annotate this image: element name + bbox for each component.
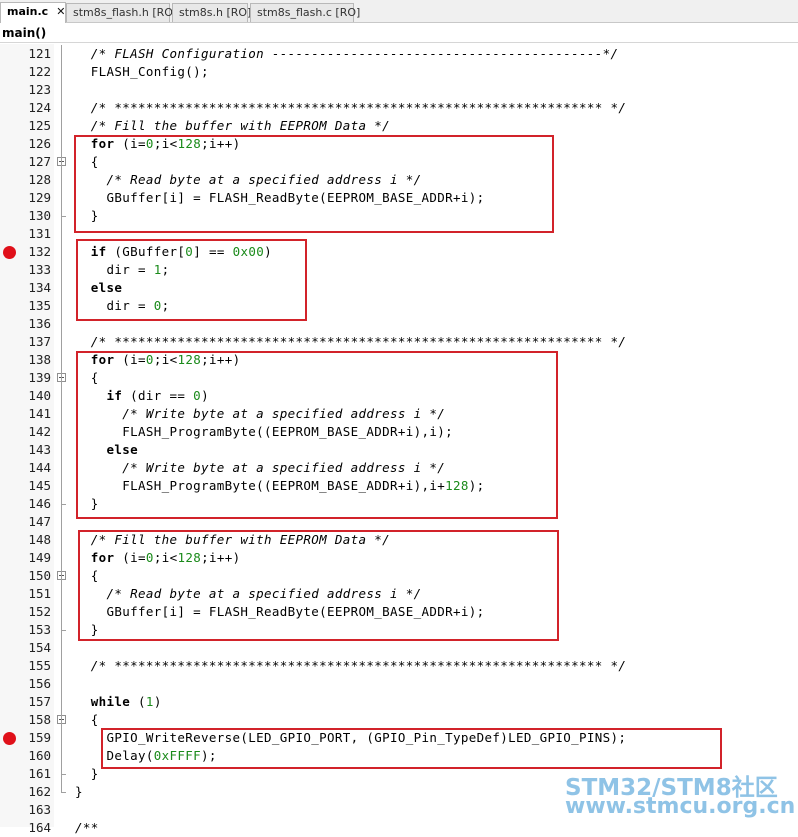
- tab-main-c[interactable]: main.c ✕: [0, 2, 66, 23]
- code-line[interactable]: 122 FLASH_Config();: [0, 63, 798, 81]
- tab-label: stm8s_flash.h [RO]: [73, 6, 178, 19]
- code-text: /* FLASH Configuration -----------------…: [75, 46, 619, 61]
- line-number[interactable]: 161: [0, 765, 51, 783]
- line-number[interactable]: 149: [0, 549, 51, 567]
- line-number[interactable]: 123: [0, 81, 51, 99]
- line-number[interactable]: 136: [0, 315, 51, 333]
- code-text: /**: [75, 820, 99, 835]
- highlight-box-gpio-toggle: [101, 728, 722, 769]
- line-number[interactable]: 140: [0, 387, 51, 405]
- line-number[interactable]: 156: [0, 675, 51, 693]
- tab-stm8s-h[interactable]: stm8s.h [RO]: [172, 3, 252, 22]
- breakpoint-icon[interactable]: [3, 732, 16, 745]
- tab-label: stm8s_flash.c [RO]: [257, 6, 361, 19]
- code-line[interactable]: 125 /* Fill the buffer with EEPROM Data …: [0, 117, 798, 135]
- code-line[interactable]: 137 /* *********************************…: [0, 333, 798, 351]
- tab-stm8s-flash-c[interactable]: stm8s_flash.c [RO]: [250, 3, 360, 22]
- code-line[interactable]: 155 /* *********************************…: [0, 657, 798, 675]
- tab-label: stm8s.h [RO]: [179, 6, 252, 19]
- highlight-box-readback-loop: [78, 530, 559, 641]
- tab-stm8s-flash-h[interactable]: stm8s_flash.h [RO]: [66, 3, 177, 22]
- line-number[interactable]: 135: [0, 297, 51, 315]
- fold-guide: [61, 45, 62, 792]
- line-number[interactable]: 164: [0, 819, 51, 837]
- fold-end-marker: [61, 792, 66, 793]
- code-text: /* *************************************…: [75, 334, 627, 349]
- line-number[interactable]: 147: [0, 513, 51, 531]
- line-number[interactable]: 125: [0, 117, 51, 135]
- line-number[interactable]: 152: [0, 603, 51, 621]
- code-line[interactable]: 124 /* *********************************…: [0, 99, 798, 117]
- editor-tab-bar: main.c ✕ stm8s_flash.h [RO] stm8s.h [RO] …: [0, 0, 798, 23]
- line-number[interactable]: 131: [0, 225, 51, 243]
- line-number[interactable]: 143: [0, 441, 51, 459]
- code-line[interactable]: 123: [0, 81, 798, 99]
- line-number[interactable]: 141: [0, 405, 51, 423]
- function-selector[interactable]: main(): [0, 23, 798, 43]
- code-line[interactable]: 158 {: [0, 711, 798, 729]
- line-number[interactable]: 145: [0, 477, 51, 495]
- line-number[interactable]: 139: [0, 369, 51, 387]
- watermark-line-2: www.stmcu.org.cn: [565, 794, 796, 819]
- code-text: /* *************************************…: [75, 658, 627, 673]
- code-line[interactable]: 156: [0, 675, 798, 693]
- code-text: }: [75, 784, 83, 799]
- line-number[interactable]: 158: [0, 711, 51, 729]
- line-number[interactable]: 128: [0, 171, 51, 189]
- code-text: {: [75, 712, 99, 727]
- line-number[interactable]: 150: [0, 567, 51, 585]
- line-number[interactable]: 121: [0, 45, 51, 63]
- code-text: while (1): [90, 694, 162, 709]
- line-number[interactable]: 155: [0, 657, 51, 675]
- highlight-box-if-else: [76, 239, 307, 321]
- line-number[interactable]: 134: [0, 279, 51, 297]
- close-icon[interactable]: ✕: [56, 5, 65, 18]
- line-number[interactable]: 124: [0, 99, 51, 117]
- line-number[interactable]: 163: [0, 801, 51, 819]
- line-number[interactable]: 137: [0, 333, 51, 351]
- line-number[interactable]: 142: [0, 423, 51, 441]
- line-number[interactable]: 154: [0, 639, 51, 657]
- line-number[interactable]: 146: [0, 495, 51, 513]
- line-number[interactable]: 122: [0, 63, 51, 81]
- line-number[interactable]: 144: [0, 459, 51, 477]
- highlight-box-read-loop: [74, 135, 554, 233]
- line-number[interactable]: 138: [0, 351, 51, 369]
- highlight-box-write-loop: [76, 351, 558, 519]
- code-line[interactable]: 121 /* FLASH Configuration -------------…: [0, 45, 798, 63]
- line-number[interactable]: 153: [0, 621, 51, 639]
- code-text: }: [75, 766, 99, 781]
- tab-label: main.c: [7, 5, 49, 18]
- line-number[interactable]: 148: [0, 531, 51, 549]
- line-number[interactable]: 157: [0, 693, 51, 711]
- breakpoint-icon[interactable]: [3, 246, 16, 259]
- code-text: /* Fill the buffer with EEPROM Data */: [75, 118, 391, 133]
- code-line[interactable]: 164 /**: [0, 819, 798, 837]
- code-line[interactable]: 154: [0, 639, 798, 657]
- line-number[interactable]: 162: [0, 783, 51, 801]
- line-number[interactable]: 126: [0, 135, 51, 153]
- code-text: FLASH_Config();: [75, 64, 209, 79]
- line-number[interactable]: 129: [0, 189, 51, 207]
- line-number[interactable]: 130: [0, 207, 51, 225]
- line-number[interactable]: 133: [0, 261, 51, 279]
- line-number[interactable]: 160: [0, 747, 51, 765]
- line-number[interactable]: 151: [0, 585, 51, 603]
- line-number[interactable]: 127: [0, 153, 51, 171]
- code-text: /* *************************************…: [75, 100, 627, 115]
- code-line[interactable]: 157 while (1): [0, 693, 798, 711]
